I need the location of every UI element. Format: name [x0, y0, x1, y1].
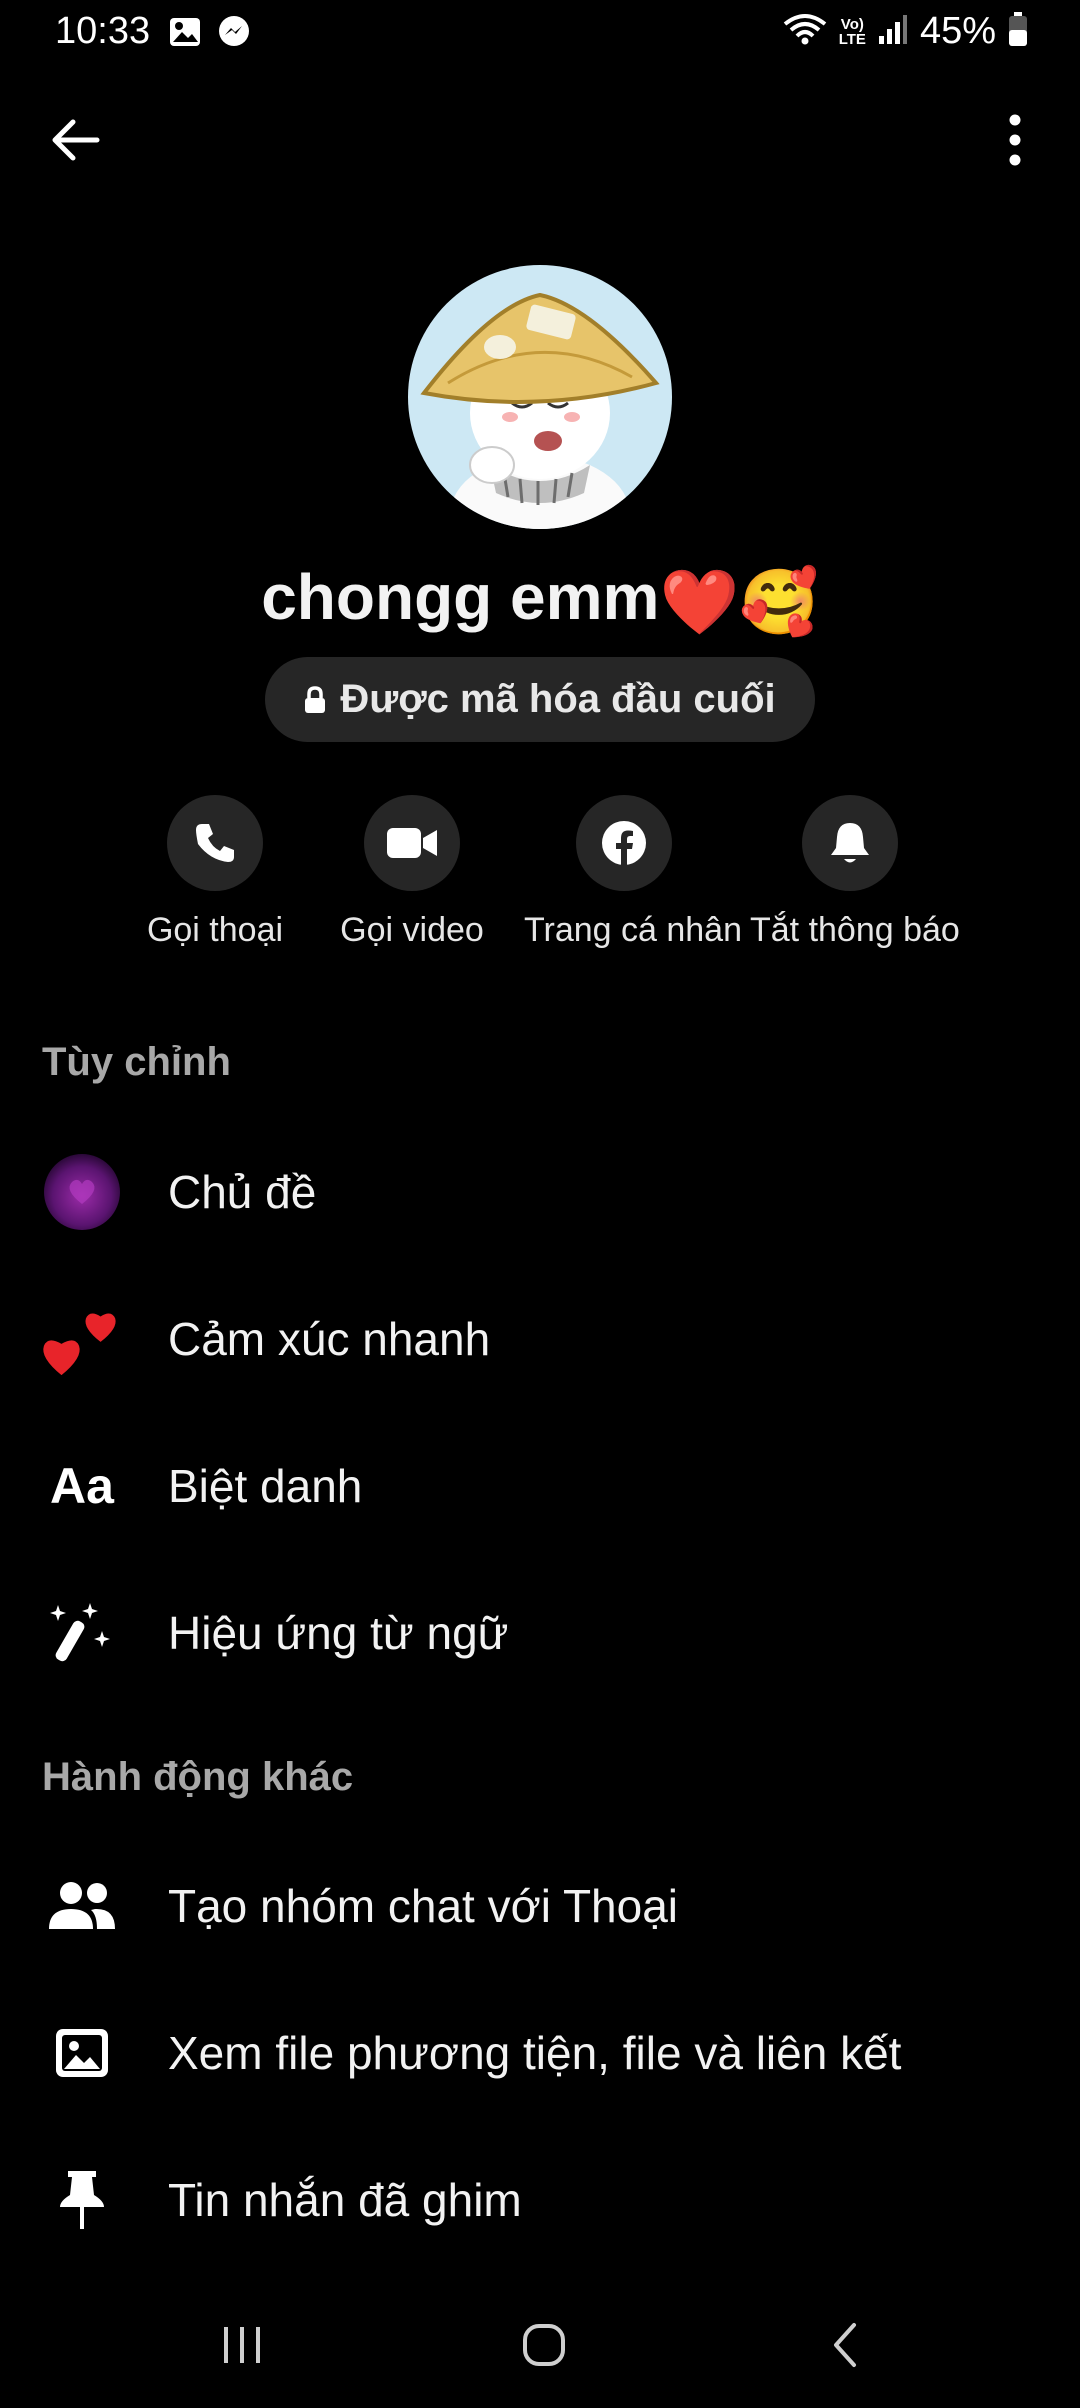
- pinned-messages-label: Tin nhắn đã ghim: [168, 2174, 522, 2226]
- pin-icon: [40, 2158, 124, 2242]
- volte-icon: Vo) LTE: [839, 17, 866, 47]
- status-system-icons: Vo) LTE 45%: [783, 10, 1028, 53]
- menu-item-quick-reaction[interactable]: Cảm xúc nhanh: [0, 1279, 1080, 1399]
- menu-item-pinned-messages[interactable]: Tin nhắn đã ghim: [0, 2140, 1080, 2260]
- phone-icon: [196, 824, 234, 862]
- encryption-badge[interactable]: Được mã hóa đầu cuối: [265, 657, 815, 742]
- wifi-icon: [783, 12, 827, 51]
- profile-name-emojis: ❤️🥰: [659, 565, 819, 638]
- lock-icon: [305, 685, 326, 713]
- action-voice-call[interactable]: Gọi thoại: [115, 795, 315, 950]
- home-button[interactable]: [494, 2310, 594, 2380]
- volte-top: Vo): [840, 15, 864, 33]
- profile-avatar[interactable]: [408, 265, 672, 529]
- section-header-other-actions: Hành động khác: [42, 1755, 354, 1799]
- action-mute[interactable]: Tắt thông báo: [750, 795, 960, 950]
- quick-reaction-label: Cảm xúc nhanh: [168, 1313, 491, 1365]
- back-button[interactable]: [40, 105, 110, 175]
- bell-icon: [831, 823, 869, 863]
- menu-item-theme[interactable]: Chủ đề: [0, 1132, 1080, 1252]
- profile-button[interactable]: [576, 795, 672, 891]
- theme-label: Chủ đề: [168, 1166, 317, 1218]
- messenger-notification-icon: [216, 14, 252, 55]
- profile-name: chongg emm❤️🥰: [0, 560, 1080, 640]
- section-header-customize: Tùy chỉnh: [42, 1040, 231, 1084]
- encryption-label: Được mã hóa đầu cuối: [340, 677, 776, 721]
- menu-item-nickname[interactable]: Aa Biệt danh: [0, 1426, 1080, 1546]
- word-effects-label: Hiệu ứng từ ngữ: [168, 1607, 509, 1659]
- image-icon: [40, 2011, 124, 2095]
- more-vertical-icon: [1009, 114, 1021, 166]
- magic-wand-icon: [40, 1591, 124, 1675]
- voice-call-label: Gọi thoại: [146, 911, 284, 949]
- action-video-call[interactable]: Gọi video: [312, 795, 512, 950]
- nickname-icon: Aa: [40, 1444, 124, 1528]
- battery-percent: 45%: [919, 10, 996, 52]
- profile-name-text: chongg emm: [261, 561, 660, 633]
- system-navigation-bar: [0, 2290, 1080, 2408]
- chevron-left-icon: [834, 2323, 856, 2367]
- mute-button[interactable]: [802, 795, 898, 891]
- volte-bottom: LTE: [838, 30, 866, 48]
- profile-label: Trang cá nhân: [524, 911, 742, 949]
- nickname-label: Biệt danh: [168, 1460, 363, 1512]
- gallery-notification-icon: [168, 15, 202, 54]
- recent-apps-icon: [224, 2327, 260, 2363]
- theme-icon: [40, 1150, 124, 1234]
- recent-apps-button[interactable]: [192, 2310, 292, 2380]
- system-back-button[interactable]: [796, 2310, 896, 2380]
- status-notification-icons: [168, 14, 252, 55]
- facebook-icon: [602, 821, 646, 865]
- battery-icon: [1008, 11, 1028, 52]
- view-media-label: Xem file phương tiện, file và liên kết: [168, 2027, 902, 2079]
- action-profile[interactable]: Trang cá nhân: [524, 795, 742, 950]
- nickname-glyph: Aa: [50, 1458, 114, 1514]
- status-bar: 10:33 Vo) LTE 45%: [0, 0, 1080, 70]
- hearts-icon: [40, 1297, 124, 1381]
- menu-item-word-effects[interactable]: Hiệu ứng từ ngữ: [0, 1573, 1080, 1693]
- status-time: 10:33: [55, 10, 151, 52]
- group-icon: [40, 1864, 124, 1948]
- create-group-label: Tạo nhóm chat với Thoại: [168, 1880, 679, 1932]
- video-call-button[interactable]: [364, 795, 460, 891]
- signal-icon: [878, 12, 908, 51]
- mute-label: Tắt thông báo: [750, 911, 960, 949]
- voice-call-button[interactable]: [167, 795, 263, 891]
- menu-item-view-media[interactable]: Xem file phương tiện, file và liên kết: [0, 1993, 1080, 2113]
- video-icon: [387, 828, 437, 858]
- more-options-button[interactable]: [990, 105, 1040, 175]
- menu-item-create-group[interactable]: Tạo nhóm chat với Thoại: [0, 1846, 1080, 1966]
- home-icon: [523, 2324, 565, 2366]
- arrow-left-icon: [52, 119, 100, 161]
- video-call-label: Gọi video: [340, 911, 484, 949]
